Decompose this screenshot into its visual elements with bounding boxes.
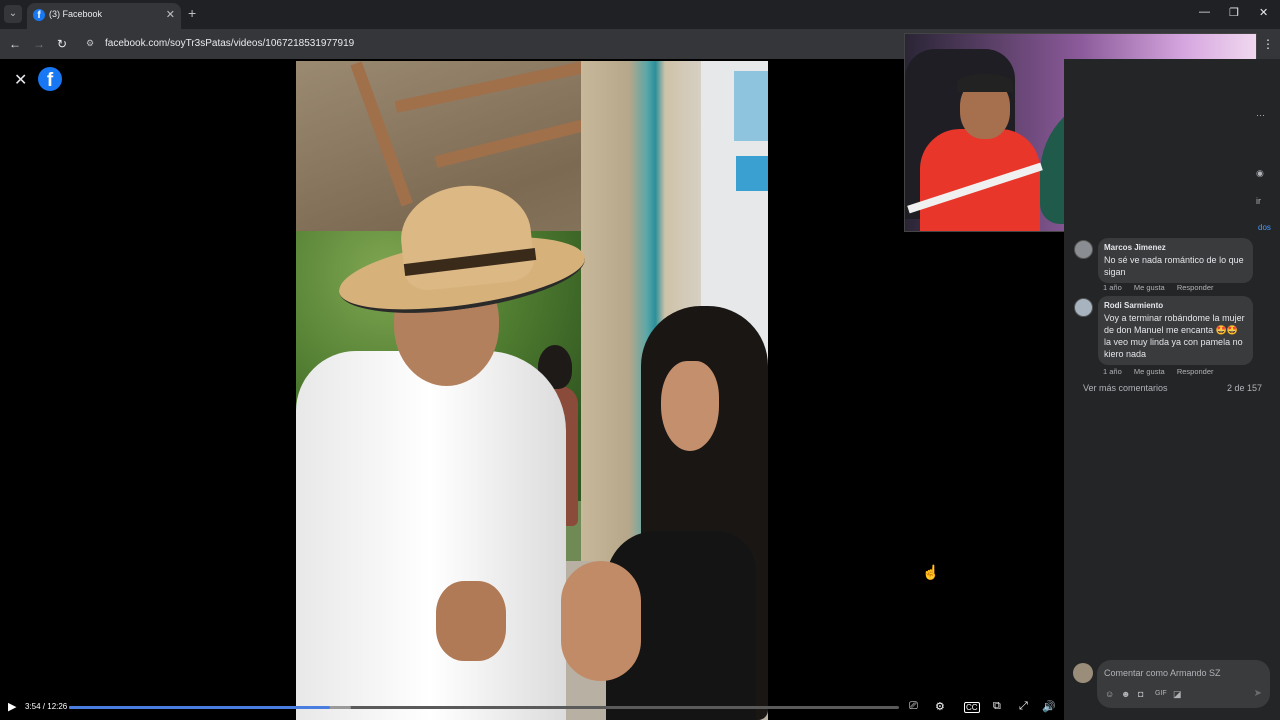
browser-tab-bar: ⌄ f (3) Facebook ✕ + — ❐ ✕: [0, 0, 1280, 29]
progress-played: [69, 706, 330, 709]
comment-count: 2 de 157: [1227, 383, 1263, 393]
avatar-sticker-icon[interactable]: ☺: [1105, 689, 1114, 699]
cam-man-shirt: [920, 129, 1040, 231]
comment-bubble: Rodi Sarmiento Voy a terminar robándome …: [1098, 296, 1253, 365]
play-icon[interactable]: ▶: [8, 700, 16, 713]
facebook-logo-icon[interactable]: f: [38, 67, 62, 91]
tab-close-icon[interactable]: ✕: [166, 8, 175, 21]
video-controls: ▶ 3:54 / 12:26 ⎚ ⚙ CC ⧉ ⤢ 🔊: [0, 697, 1064, 720]
avatar[interactable]: [1073, 663, 1093, 683]
video-frame[interactable]: [296, 61, 768, 720]
emoji-icon[interactable]: ☻: [1121, 689, 1130, 699]
browser-tab[interactable]: f (3) Facebook ✕: [27, 3, 181, 29]
browser-menu-icon[interactable]: ⋮: [1262, 37, 1274, 51]
comment-age[interactable]: 1 año: [1103, 283, 1122, 292]
comment-author[interactable]: Marcos Jimenez: [1104, 243, 1247, 252]
comment-text: No sé ve nada romántico de lo que sigan: [1104, 255, 1244, 277]
settings-icon[interactable]: ⚙: [935, 700, 945, 713]
reply-button[interactable]: Responder: [1177, 367, 1214, 376]
mouse-cursor-icon: ☝: [922, 564, 940, 580]
pip-icon[interactable]: ⧉: [993, 700, 1001, 713]
like-button[interactable]: Me gusta: [1134, 367, 1165, 376]
site-info-icon[interactable]: ⚙: [86, 38, 98, 50]
captions-toggle-icon[interactable]: ⎚: [909, 700, 918, 713]
sticker-icon[interactable]: ◪: [1173, 689, 1182, 700]
progress-bar[interactable]: [69, 706, 899, 709]
url-field[interactable]: facebook.com/soyTr3sPatas/videos/1067218…: [105, 38, 354, 49]
like-button[interactable]: Me gusta: [1134, 283, 1165, 292]
panel-edge-link[interactable]: dos: [1258, 223, 1271, 232]
comment-bubble: Marcos Jimenez No sé ve nada romántico d…: [1098, 238, 1253, 283]
back-icon[interactable]: ←: [9, 37, 21, 51]
more-comments-link[interactable]: Ver más comentarios: [1083, 383, 1168, 393]
comment-author[interactable]: Rodi Sarmiento: [1104, 301, 1247, 310]
comment-meta: 1 año Me gusta Responder: [1103, 283, 1224, 292]
restore-button[interactable]: ❐: [1229, 6, 1239, 19]
more-options-icon[interactable]: ⋯: [1256, 110, 1265, 121]
reload-icon[interactable]: ↻: [57, 37, 67, 51]
minimize-button[interactable]: —: [1199, 6, 1210, 18]
gif-icon[interactable]: GIF: [1155, 690, 1167, 697]
woman-arm: [561, 561, 641, 681]
scene-poster: [736, 156, 768, 191]
tab-title: (3) Facebook: [49, 9, 103, 19]
man-hand: [436, 581, 506, 661]
scene-poster: [734, 71, 768, 141]
close-viewer-icon[interactable]: ✕: [14, 70, 27, 90]
man-shirt: [296, 351, 566, 720]
reply-button[interactable]: Responder: [1177, 283, 1214, 292]
panel-edge-text: ir: [1256, 196, 1261, 206]
comment-text: Voy a terminar robándome la mujer de don…: [1104, 313, 1245, 359]
window-close-button[interactable]: ✕: [1259, 6, 1268, 19]
send-icon[interactable]: ➤: [1254, 688, 1262, 699]
comment-compose-box[interactable]: Comentar como Armando SZ ☺ ☻ ◘ GIF ◪ ➤: [1097, 660, 1270, 708]
forward-icon[interactable]: →: [33, 37, 45, 51]
eye-icon: ◉: [1256, 168, 1264, 178]
avatar[interactable]: [1074, 240, 1093, 259]
camera-icon[interactable]: ◘: [1138, 689, 1143, 699]
woman-face: [661, 361, 719, 451]
cc-icon[interactable]: CC: [964, 702, 980, 713]
cam-man-sunglasses: [957, 74, 1013, 92]
comment-age[interactable]: 1 año: [1103, 367, 1122, 376]
comment-meta: 1 año Me gusta Responder: [1103, 367, 1224, 376]
comment-input[interactable]: Comentar como Armando SZ: [1104, 668, 1221, 678]
time-display: 3:54 / 12:26: [25, 702, 68, 711]
tab-search-button[interactable]: ⌄: [4, 5, 22, 23]
avatar[interactable]: [1074, 298, 1093, 317]
volume-icon[interactable]: 🔊: [1042, 700, 1056, 713]
new-tab-button[interactable]: +: [188, 5, 196, 21]
facebook-favicon-icon: f: [33, 9, 45, 21]
fullscreen-icon[interactable]: ⤢: [1019, 700, 1028, 713]
